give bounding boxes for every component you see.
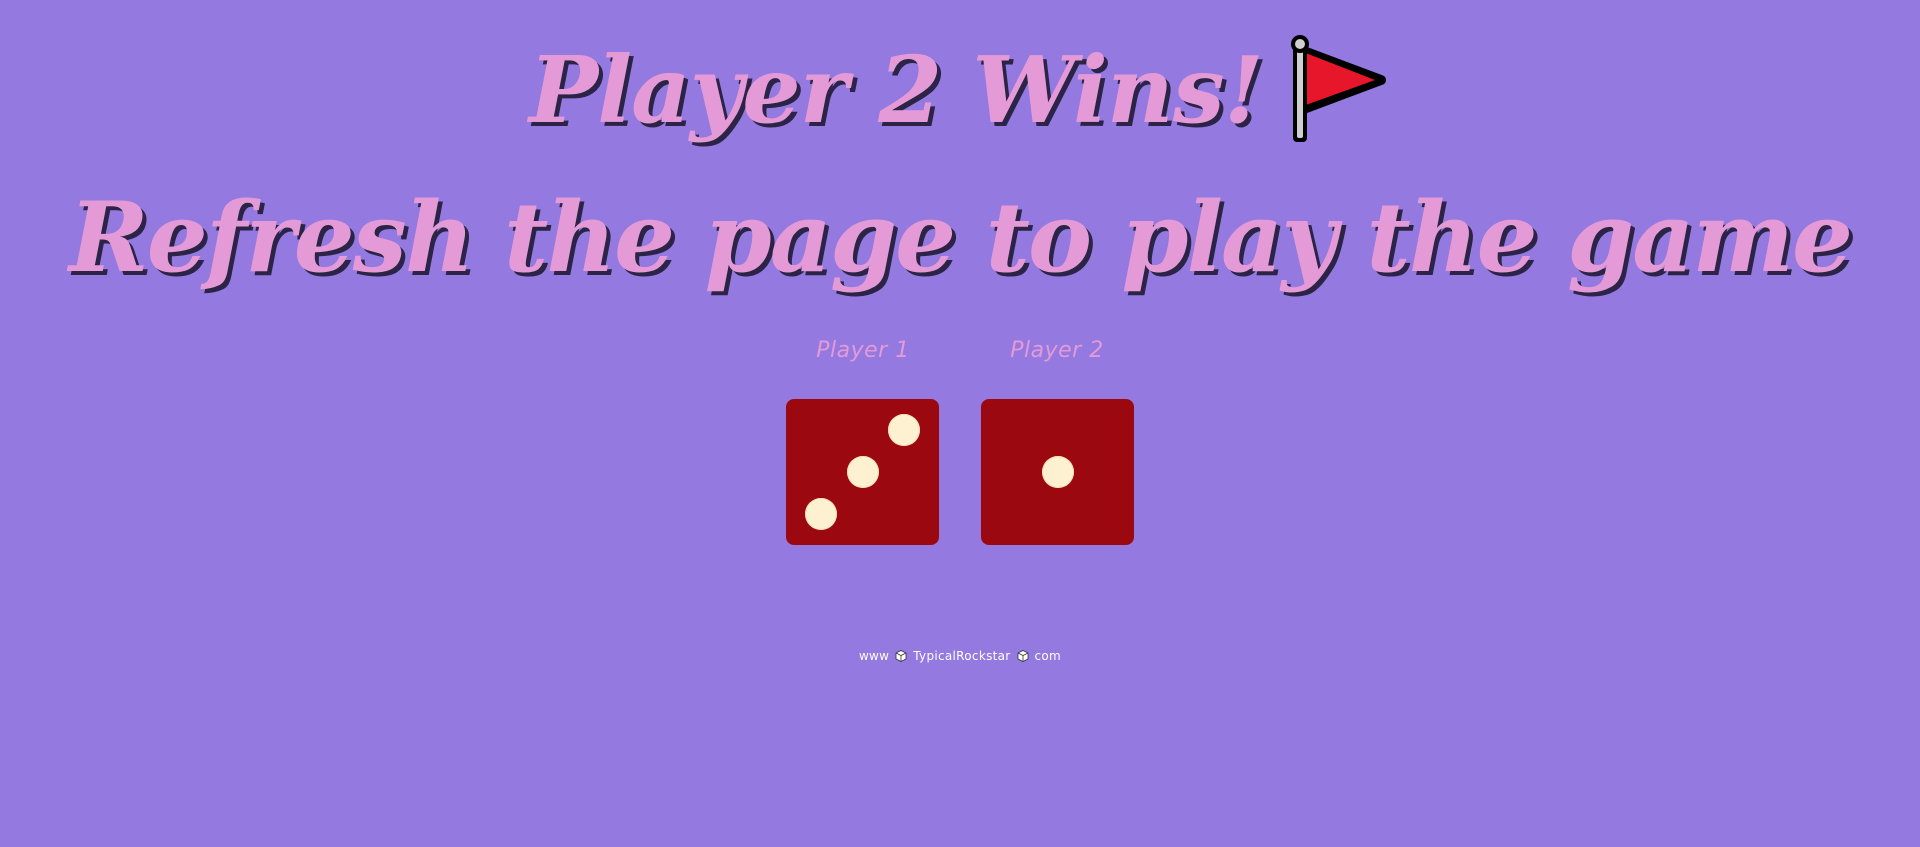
die-pip xyxy=(887,413,920,446)
player-1-die xyxy=(786,399,939,545)
footer-credit: www TypicalRockstar com xyxy=(0,649,1920,663)
dice-cube-icon xyxy=(895,650,907,662)
footer-brand: TypicalRockstar xyxy=(913,649,1011,663)
footer-suffix: com xyxy=(1034,649,1062,663)
player-1-label: Player 1 xyxy=(816,338,910,363)
player-2-label: Player 2 xyxy=(1010,338,1104,363)
player-2-die xyxy=(981,399,1134,545)
die-pip xyxy=(1041,456,1074,488)
refresh-instruction: Refresh the page to play the game xyxy=(68,181,1853,294)
die-pip xyxy=(846,456,879,488)
footer-prefix: www xyxy=(858,649,890,663)
die-pip xyxy=(805,498,838,531)
winner-title-text: Player 2 Wins! xyxy=(529,36,1264,144)
dice-cube-icon xyxy=(1017,650,1029,662)
red-flag-icon xyxy=(1281,32,1391,144)
winner-title: Player 2 Wins! xyxy=(0,30,1920,154)
